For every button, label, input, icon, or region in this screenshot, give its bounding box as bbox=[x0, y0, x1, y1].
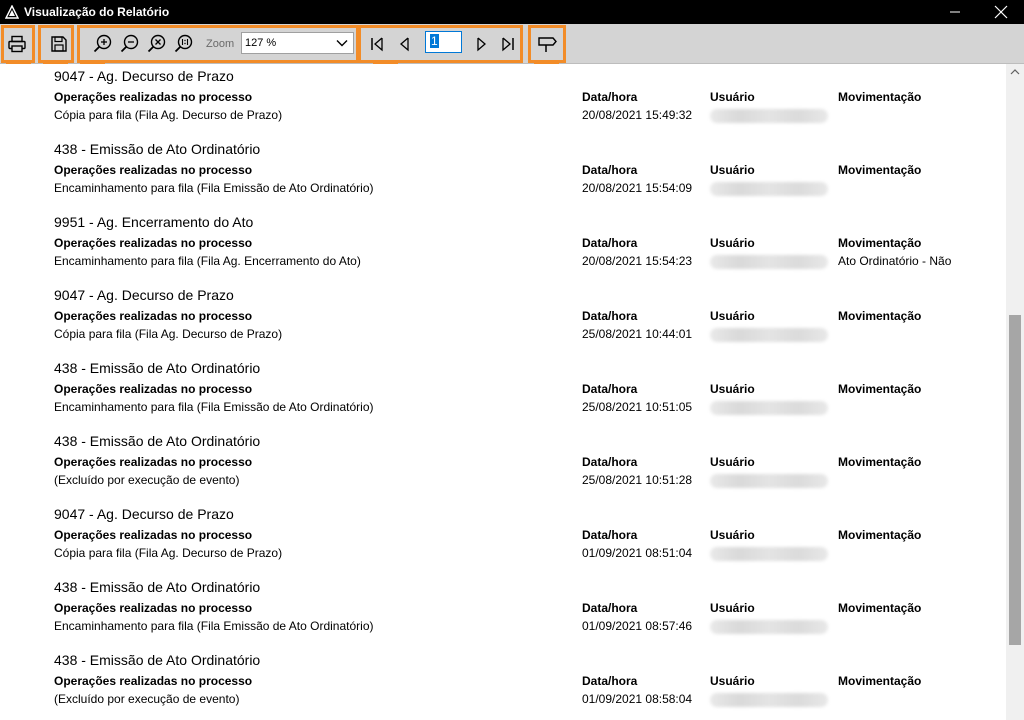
datetime-header: Data/hora bbox=[582, 674, 638, 688]
close-button[interactable] bbox=[978, 0, 1024, 24]
user-value-redacted bbox=[710, 474, 828, 488]
operations-header: Operações realizadas no processo bbox=[54, 90, 253, 104]
movement-header: Movimentação bbox=[838, 528, 922, 542]
movement-header: Movimentação bbox=[838, 674, 922, 688]
movement-header: Movimentação bbox=[838, 309, 922, 323]
movement-value: Ato Ordinatório - Não bbox=[838, 254, 952, 268]
user-header: Usuário bbox=[710, 309, 755, 323]
title-bar: Visualização do Relatório bbox=[0, 0, 1024, 24]
scroll-up-arrow-icon[interactable] bbox=[1006, 64, 1024, 81]
user-header: Usuário bbox=[710, 528, 755, 542]
datetime-header: Data/hora bbox=[582, 528, 638, 542]
close-icon bbox=[994, 5, 1008, 19]
user-value-redacted bbox=[710, 401, 828, 415]
operations-header: Operações realizadas no processo bbox=[54, 528, 253, 542]
user-value-redacted bbox=[710, 255, 828, 269]
minimize-icon bbox=[950, 11, 960, 13]
movement-header: Movimentação bbox=[838, 236, 922, 250]
operation-text: Cópia para fila (Fila Ag. Decurso de Pra… bbox=[54, 108, 283, 122]
datetime-value: 20/08/2021 15:54:09 bbox=[582, 181, 693, 195]
movement-header: Movimentação bbox=[838, 163, 922, 177]
movement-header: Movimentação bbox=[838, 90, 922, 104]
report-entry: 9047 - Ag. Decurso de Prazo Operações rea… bbox=[0, 503, 1006, 576]
operations-header: Operações realizadas no processo bbox=[54, 309, 253, 323]
entry-title: 9047 - Ag. Decurso de Prazo bbox=[54, 506, 234, 522]
operation-text: (Excluído por execução de evento) bbox=[54, 473, 240, 487]
entry-title: 438 - Emissão de Ato Ordinatório bbox=[54, 433, 261, 449]
report-entry: 9047 - Ag. Decurso de Prazo Operações rea… bbox=[0, 65, 1006, 138]
report-entry: 438 - Emissão de Ato Ordinatório Operaçõe… bbox=[0, 430, 1006, 503]
datetime-value: 25/08/2021 10:51:05 bbox=[582, 400, 693, 414]
user-header: Usuário bbox=[710, 163, 755, 177]
highlight-box-print bbox=[1, 25, 35, 63]
entry-title: 9047 - Ag. Decurso de Prazo bbox=[54, 287, 234, 303]
operation-text: Encaminhamento para fila (Fila Emissão d… bbox=[54, 400, 374, 414]
operation-text: Cópia para fila (Fila Ag. Decurso de Pra… bbox=[54, 327, 283, 341]
minimize-button[interactable] bbox=[932, 0, 978, 24]
user-value-redacted bbox=[710, 182, 828, 196]
movement-header: Movimentação bbox=[838, 382, 922, 396]
report-entry: 438 - Emissão de Ato Ordinatório Operaçõe… bbox=[0, 138, 1006, 211]
entry-title: 438 - Emissão de Ato Ordinatório bbox=[54, 579, 261, 595]
user-header: Usuário bbox=[710, 455, 755, 469]
window-title: Visualização do Relatório bbox=[24, 5, 170, 19]
user-header: Usuário bbox=[710, 382, 755, 396]
report-entry: 438 - Emissão de Ato Ordinatório Operaçõe… bbox=[0, 649, 1006, 720]
vertical-scrollbar[interactable] bbox=[1006, 64, 1024, 720]
movement-header: Movimentação bbox=[838, 601, 922, 615]
highlight-box-navigation bbox=[358, 25, 523, 63]
report-entry: 9951 - Ag. Encerramento do Ato Operações … bbox=[0, 211, 1006, 284]
highlight-box-save bbox=[38, 25, 74, 63]
operations-header: Operações realizadas no processo bbox=[54, 382, 253, 396]
user-header: Usuário bbox=[710, 236, 755, 250]
datetime-header: Data/hora bbox=[582, 309, 638, 323]
movement-header: Movimentação bbox=[838, 455, 922, 469]
report-viewer: 9047 - Ag. Decurso de Prazo Operações rea… bbox=[0, 64, 1006, 720]
user-header: Usuário bbox=[710, 601, 755, 615]
operation-text: Encaminhamento para fila (Fila Ag. Encer… bbox=[54, 254, 361, 268]
user-header: Usuário bbox=[710, 90, 755, 104]
entry-title: 438 - Emissão de Ato Ordinatório bbox=[54, 652, 261, 668]
user-value-redacted bbox=[710, 547, 828, 561]
entry-title: 9951 - Ag. Encerramento do Ato bbox=[54, 214, 254, 230]
datetime-value: 25/08/2021 10:44:01 bbox=[582, 327, 693, 341]
user-header: Usuário bbox=[710, 674, 755, 688]
report-entry: 9047 - Ag. Decurso de Prazo Operações rea… bbox=[0, 284, 1006, 357]
operations-header: Operações realizadas no processo bbox=[54, 236, 253, 250]
datetime-value: 01/09/2021 08:58:04 bbox=[582, 692, 693, 706]
datetime-value: 25/08/2021 10:51:28 bbox=[582, 473, 693, 487]
operations-header: Operações realizadas no processo bbox=[54, 163, 253, 177]
user-value-redacted bbox=[710, 693, 828, 707]
datetime-header: Data/hora bbox=[582, 601, 638, 615]
datetime-header: Data/hora bbox=[582, 163, 638, 177]
app-logo-icon bbox=[5, 5, 19, 19]
operations-header: Operações realizadas no processo bbox=[54, 601, 253, 615]
entry-title: 9047 - Ag. Decurso de Prazo bbox=[54, 68, 234, 84]
operation-text: Encaminhamento para fila (Fila Emissão d… bbox=[54, 619, 374, 633]
user-value-redacted bbox=[710, 109, 828, 123]
operations-header: Operações realizadas no processo bbox=[54, 455, 253, 469]
operation-text: Encaminhamento para fila (Fila Emissão d… bbox=[54, 181, 374, 195]
highlight-box-marker bbox=[528, 25, 566, 63]
entry-title: 438 - Emissão de Ato Ordinatório bbox=[54, 141, 261, 157]
operation-text: (Excluído por execução de evento) bbox=[54, 692, 240, 706]
user-value-redacted bbox=[710, 620, 828, 634]
datetime-header: Data/hora bbox=[582, 236, 638, 250]
operations-header: Operações realizadas no processo bbox=[54, 674, 253, 688]
report-entry: 438 - Emissão de Ato Ordinatório Operaçõe… bbox=[0, 576, 1006, 649]
datetime-header: Data/hora bbox=[582, 382, 638, 396]
datetime-header: Data/hora bbox=[582, 90, 638, 104]
datetime-header: Data/hora bbox=[582, 455, 638, 469]
user-value-redacted bbox=[710, 328, 828, 342]
datetime-value: 20/08/2021 15:49:32 bbox=[582, 108, 693, 122]
highlight-box-zoom bbox=[77, 25, 359, 63]
operation-text: Cópia para fila (Fila Ag. Decurso de Pra… bbox=[54, 546, 283, 560]
datetime-value: 01/09/2021 08:57:46 bbox=[582, 619, 693, 633]
datetime-value: 20/08/2021 15:54:23 bbox=[582, 254, 693, 268]
scroll-thumb[interactable] bbox=[1009, 315, 1021, 645]
entry-title: 438 - Emissão de Ato Ordinatório bbox=[54, 360, 261, 376]
datetime-value: 01/09/2021 08:51:04 bbox=[582, 546, 693, 560]
report-entry: 438 - Emissão de Ato Ordinatório Operaçõe… bbox=[0, 357, 1006, 430]
